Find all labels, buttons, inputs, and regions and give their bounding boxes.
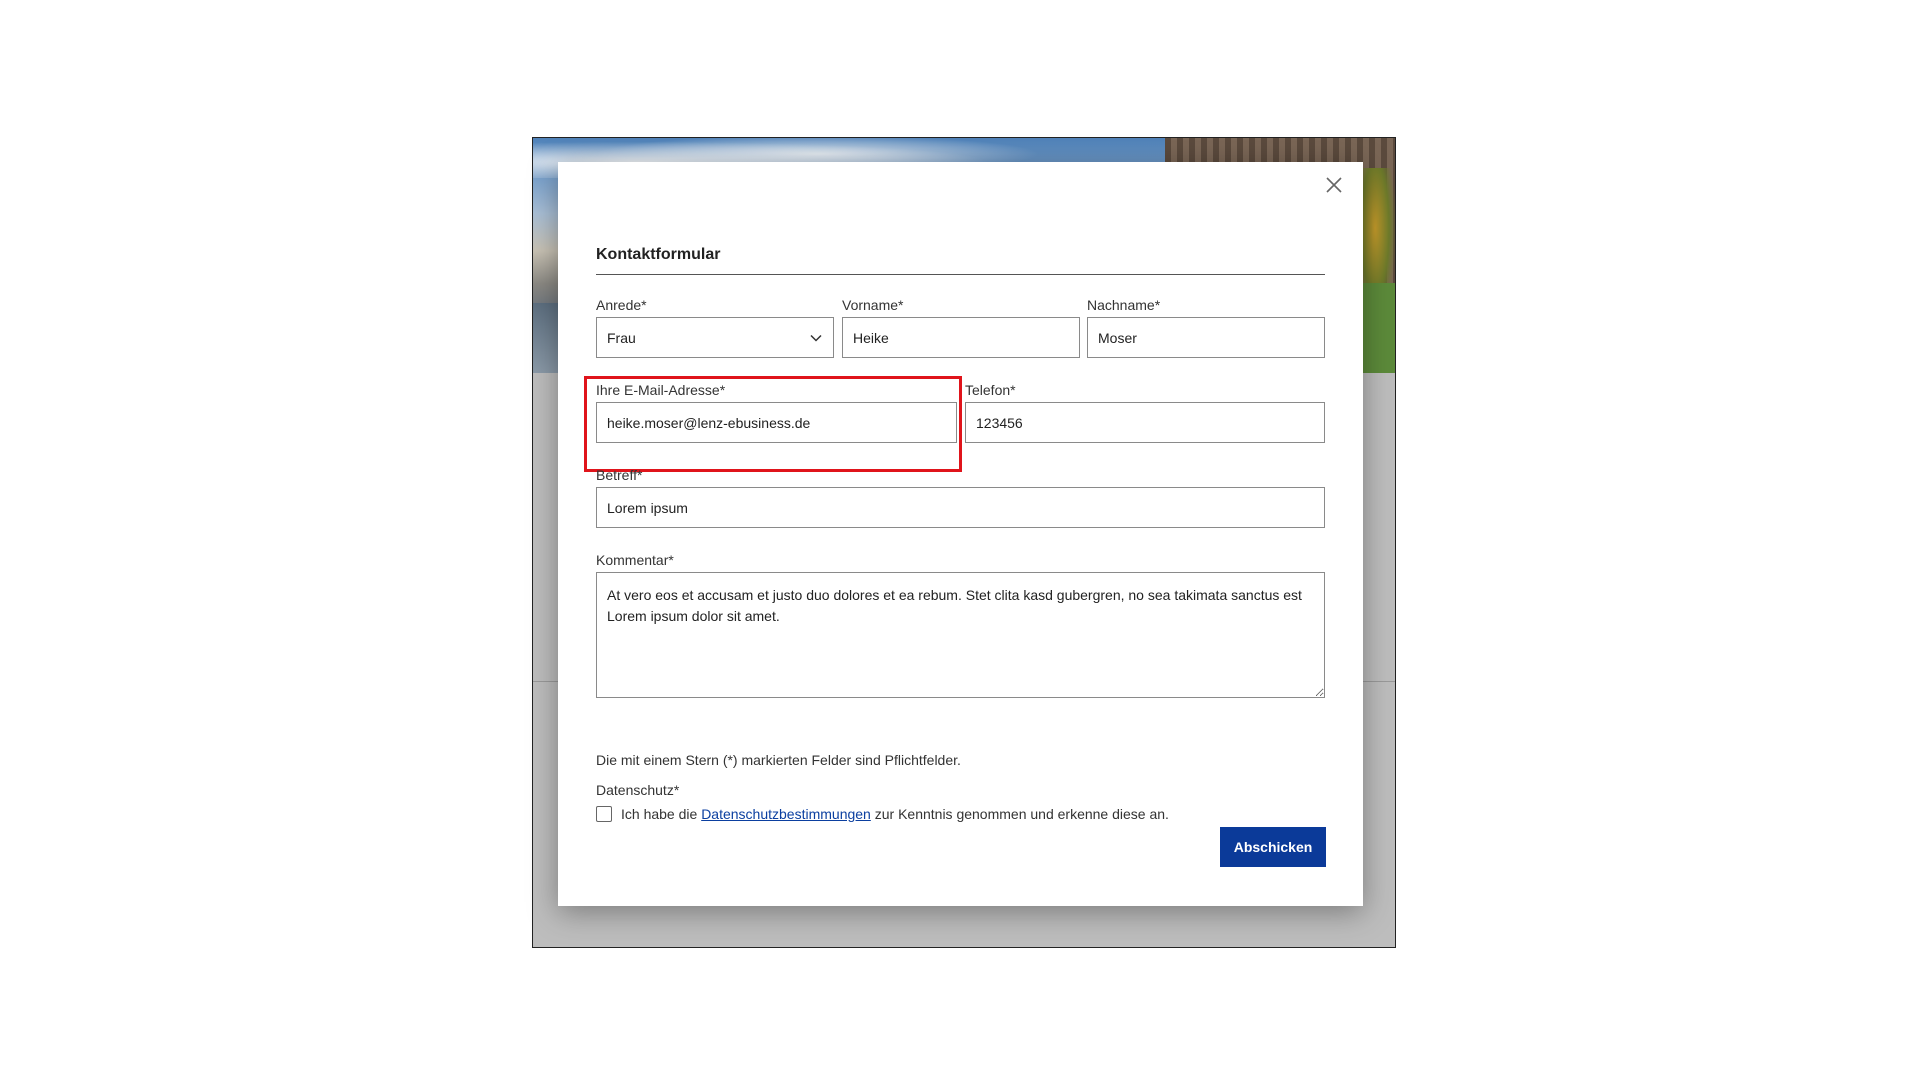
salutation-value: Frau <box>607 329 636 346</box>
title-divider <box>596 274 1325 275</box>
privacy-checkbox[interactable] <box>596 806 612 822</box>
subject-input[interactable] <box>596 487 1325 528</box>
close-button[interactable] <box>1321 172 1347 198</box>
lastname-input[interactable] <box>1087 317 1325 358</box>
close-icon <box>1326 177 1342 193</box>
form-title: Kontaktformular <box>596 246 721 263</box>
submit-button[interactable]: Abschicken <box>1220 827 1326 867</box>
privacy-policy-link[interactable]: Datenschutzbestimmungen <box>701 806 871 822</box>
firstname-input[interactable] <box>842 317 1080 358</box>
consent-text-before: Ich habe die <box>621 806 698 822</box>
phone-label: Telefon* <box>965 382 1016 398</box>
lastname-label: Nachname* <box>1087 297 1161 313</box>
privacy-label: Datenschutz* <box>596 782 680 798</box>
salutation-select[interactable]: Frau <box>596 317 834 358</box>
consent-text-after: zur Kenntnis genommen und erkenne diese … <box>874 806 1169 822</box>
phone-input[interactable] <box>965 402 1325 443</box>
comment-textarea[interactable]: At vero eos et accusam et justo duo dolo… <box>596 572 1325 698</box>
salutation-label: Anrede* <box>596 297 647 313</box>
subject-label: Betreff* <box>596 467 643 483</box>
required-note: Die mit einem Stern (*) markierten Felde… <box>596 752 961 768</box>
chevron-down-icon <box>809 331 823 345</box>
firstname-label: Vorname* <box>842 297 904 313</box>
email-highlight-box <box>584 376 962 472</box>
privacy-consent: Ich habe die Datenschutzbestimmungen zur… <box>596 806 1169 822</box>
comment-label: Kommentar* <box>596 552 674 568</box>
contact-form-modal: Kontaktformular Anrede* Frau Vorname* Na… <box>558 162 1363 906</box>
